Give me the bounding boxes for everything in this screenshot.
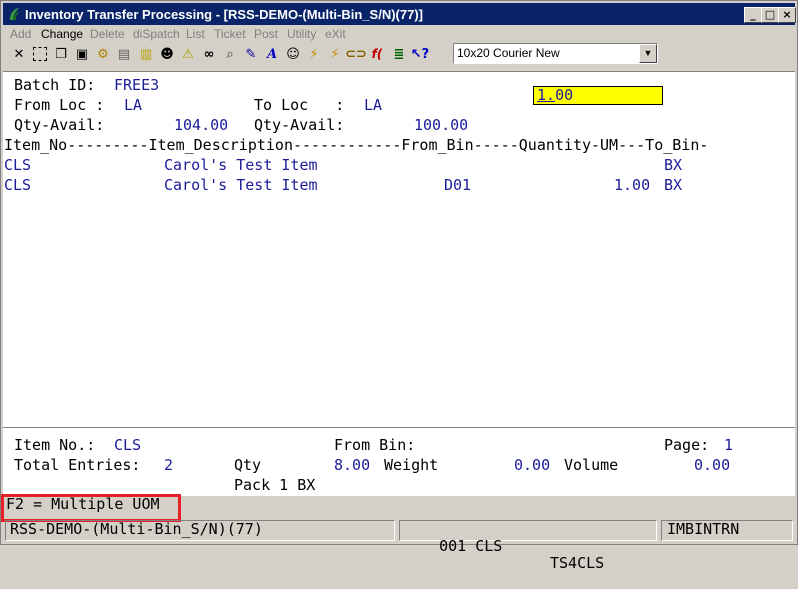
quantity-input[interactable]: 1.00 bbox=[533, 86, 663, 105]
gear-icon[interactable]: ⚙ bbox=[93, 44, 113, 64]
quantity-input-value: 1.00 bbox=[537, 86, 574, 104]
app-window: Inventory Transfer Processing - [RSS-DEM… bbox=[0, 0, 798, 572]
tools-icon[interactable]: ✎ bbox=[241, 44, 261, 64]
qty-avail-from-label: Qty-Avail: bbox=[14, 116, 105, 134]
note-icon[interactable]: ▥ bbox=[136, 44, 156, 64]
function-icon[interactable]: f( bbox=[367, 44, 387, 64]
qty-value: 8.00 bbox=[334, 456, 371, 474]
item-no-label: Item No.: bbox=[14, 436, 96, 454]
lightning-doc-icon[interactable]: ⚡ bbox=[325, 44, 345, 64]
toolbar: ✕ ❐ ▣ ⚙ ▤ ▥ ☻ ⚠ ∞ ⌕ ✎ A ☺ ⚡ ⚡ ⊂⊃ f( ≣ ↖? bbox=[3, 42, 795, 68]
user-icon[interactable]: ☻ bbox=[157, 44, 177, 64]
link-icon[interactable]: ⊂⊃ bbox=[345, 44, 367, 64]
from-loc-value[interactable]: LA bbox=[124, 97, 142, 114]
menu-delete[interactable]: Delete bbox=[90, 27, 125, 41]
menu-add[interactable]: Add bbox=[10, 27, 31, 41]
font-size-select-value: 10x20 Courier New bbox=[457, 46, 560, 60]
to-loc-value[interactable]: LA bbox=[364, 97, 382, 114]
status-user-text: 001 CLS bbox=[439, 537, 503, 555]
qty-label: Qty bbox=[234, 456, 262, 474]
status-terminal: TS4CLS bbox=[550, 554, 605, 572]
document-icon[interactable]: ▤ bbox=[114, 44, 134, 64]
qty-avail-to-label: Qty-Avail: bbox=[254, 116, 345, 134]
weight-label: Weight bbox=[384, 456, 439, 474]
close-x-icon[interactable]: ✕ bbox=[9, 44, 29, 64]
warning-icon[interactable]: ⚠ bbox=[178, 44, 198, 64]
from-bin-label: From Bin: bbox=[334, 436, 416, 454]
from-loc-label: From Loc : bbox=[14, 96, 105, 114]
item-no-value: CLS bbox=[114, 436, 142, 454]
list-icon[interactable]: ≣ bbox=[389, 44, 409, 64]
weight-value: 0.00 bbox=[514, 456, 551, 474]
volume-value: 0.00 bbox=[694, 456, 731, 474]
menu-dispatch[interactable]: diSpatch bbox=[133, 27, 180, 41]
qty-avail-from-value: 104.00 bbox=[174, 116, 229, 134]
menu-list[interactable]: List bbox=[186, 27, 205, 41]
minimize-button[interactable]: _ bbox=[744, 7, 762, 23]
batch-id-value[interactable]: FREE3 bbox=[114, 77, 159, 94]
window-title: Inventory Transfer Processing - [RSS-DEM… bbox=[25, 7, 423, 22]
volume-label: Volume bbox=[564, 456, 619, 474]
help-pointer-icon[interactable]: ↖? bbox=[410, 44, 430, 64]
copy-icon[interactable]: ❐ bbox=[51, 44, 71, 64]
font-size-select[interactable]: 10x20 Courier New ▼ bbox=[453, 43, 658, 64]
row1-description: Carol's Test Item bbox=[164, 156, 318, 174]
page-value: 1 bbox=[724, 436, 734, 454]
row1-item-no[interactable]: CLS bbox=[4, 157, 31, 174]
highlight-box bbox=[1, 494, 181, 522]
total-entries-value: 2 bbox=[164, 456, 174, 474]
menu-utility[interactable]: Utility bbox=[287, 27, 316, 41]
row2-item-no[interactable]: CLS bbox=[4, 177, 31, 194]
status-company: RSS-DEMO-(Multi-Bin_S/N)(77) bbox=[5, 520, 395, 541]
maximize-button[interactable]: □ bbox=[761, 7, 779, 23]
batch-label: Batch ID: bbox=[14, 76, 96, 94]
row1-um: BX bbox=[664, 156, 683, 174]
row2-from-bin: D01 bbox=[444, 176, 472, 194]
magnifier-icon[interactable]: ⌕ bbox=[220, 44, 240, 64]
status-user: 001 CLS TS4CLS bbox=[399, 520, 657, 572]
menu-bar: Add Change Delete diSpatch List Ticket P… bbox=[3, 25, 795, 43]
binoculars-icon[interactable]: ∞ bbox=[199, 44, 219, 64]
person-icon[interactable]: ☺ bbox=[283, 44, 303, 64]
lightning-icon[interactable]: ⚡ bbox=[304, 44, 324, 64]
column-header: Item_No---------Item_Description--------… bbox=[4, 136, 709, 154]
row2-description: Carol's Test Item bbox=[164, 176, 318, 194]
app-icon bbox=[10, 8, 19, 20]
row2-quantity: 1.00 bbox=[614, 176, 651, 194]
chevron-down-icon[interactable]: ▼ bbox=[639, 44, 657, 63]
font-icon[interactable]: A bbox=[262, 44, 282, 64]
menu-exit[interactable]: eXit bbox=[325, 27, 346, 41]
total-entries-label: Total Entries: bbox=[14, 456, 141, 474]
page-label: Page: bbox=[664, 436, 710, 454]
footer-divider bbox=[3, 427, 795, 428]
row2-um: BX bbox=[664, 176, 683, 194]
menu-ticket[interactable]: Ticket bbox=[214, 27, 246, 41]
to-loc-label: To Loc : bbox=[254, 96, 345, 114]
select-icon[interactable] bbox=[30, 44, 50, 64]
paste-icon[interactable]: ▣ bbox=[72, 44, 92, 64]
title-bar: Inventory Transfer Processing - [RSS-DEM… bbox=[3, 3, 796, 25]
menu-change[interactable]: Change bbox=[41, 27, 83, 41]
menu-post[interactable]: Post bbox=[254, 27, 278, 41]
status-program: IMBINTRN bbox=[661, 520, 793, 541]
qty-avail-to-value: 100.00 bbox=[414, 116, 469, 134]
close-button[interactable]: × bbox=[778, 7, 796, 23]
pack-text: Pack 1 BX bbox=[234, 476, 316, 494]
